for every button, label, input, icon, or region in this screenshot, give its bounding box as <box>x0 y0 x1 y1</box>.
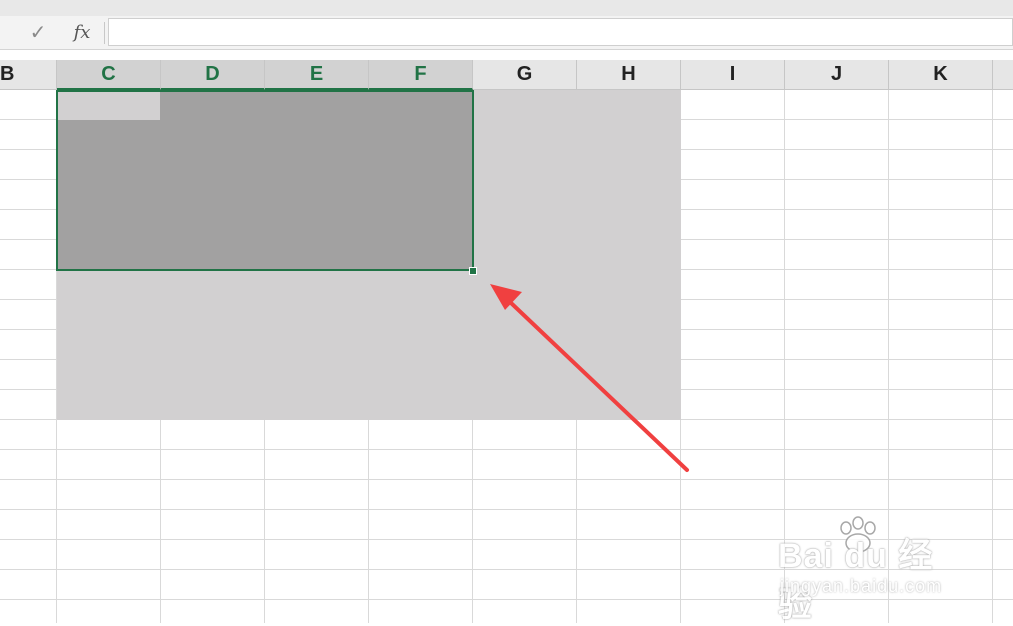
arrow-shaft <box>508 300 689 472</box>
watermark-url: jingyan.baidu.com <box>780 576 943 596</box>
baidu-watermark: Bai du 经验 jingyan.baidu.com <box>778 510 968 624</box>
